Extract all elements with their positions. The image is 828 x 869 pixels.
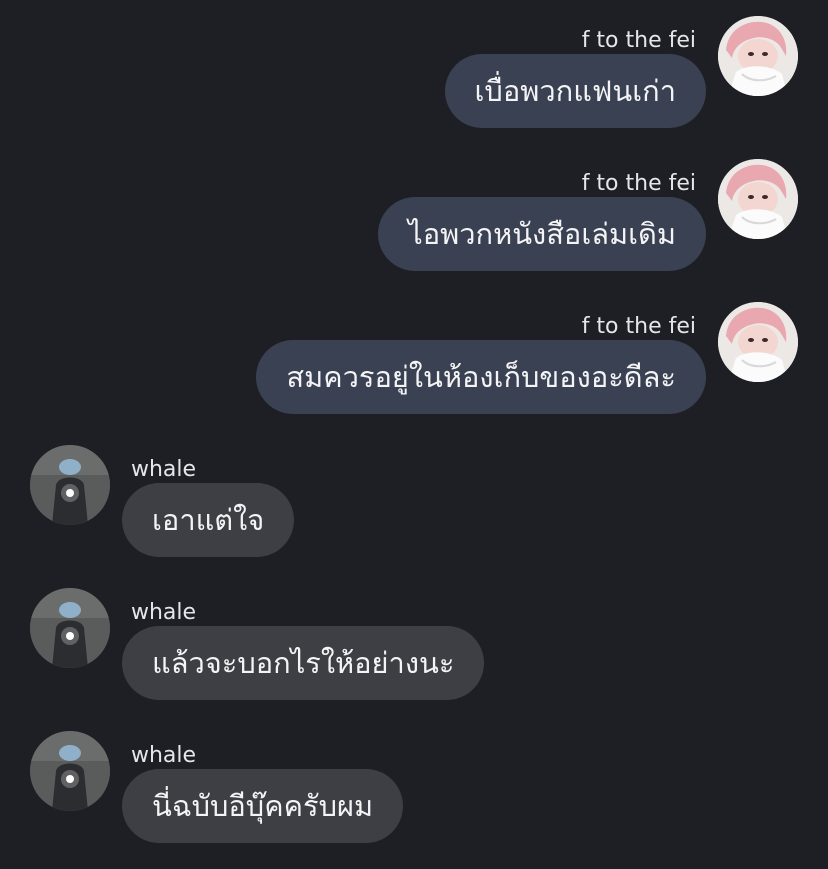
- avatar[interactable]: [718, 16, 798, 96]
- chat-message: f to the fei สมควรอยู่ในห้องเก็บของอะดีล…: [0, 300, 828, 440]
- sender-name: whale: [131, 743, 197, 768]
- message-bubble[interactable]: นี่ฉบับอีบุ๊คครับผม: [122, 769, 404, 843]
- message-bubble[interactable]: แล้วจะบอกไรให้อย่างนะ: [122, 626, 485, 700]
- message-bubble[interactable]: ไอพวกหนังสือเล่มเดิม: [378, 197, 706, 271]
- avatar[interactable]: [718, 302, 798, 382]
- chat-message: f to the fei ไอพวกหนังสือเล่มเดิม: [0, 157, 828, 297]
- chat-message: whale นี่ฉบับอีบุ๊คครับผม: [0, 729, 828, 869]
- avatar[interactable]: [30, 445, 110, 525]
- chat-message: f to the fei เบื่อพวกแฟนเก่า: [0, 14, 828, 154]
- avatar[interactable]: [30, 588, 110, 668]
- chat-message: whale แล้วจะบอกไรให้อย่างนะ: [0, 586, 828, 726]
- sender-name: f to the fei: [581, 171, 696, 196]
- sender-name: whale: [131, 457, 197, 482]
- sender-name: f to the fei: [581, 28, 696, 53]
- avatar[interactable]: [718, 159, 798, 239]
- message-bubble[interactable]: เอาแต่ใจ: [122, 483, 295, 557]
- sender-name: whale: [131, 600, 197, 625]
- message-bubble[interactable]: สมควรอยู่ในห้องเก็บของอะดีละ: [256, 340, 706, 414]
- avatar[interactable]: [30, 731, 110, 811]
- sender-name: f to the fei: [581, 314, 696, 339]
- message-bubble[interactable]: เบื่อพวกแฟนเก่า: [444, 54, 706, 128]
- chat-message: whale เอาแต่ใจ: [0, 443, 828, 583]
